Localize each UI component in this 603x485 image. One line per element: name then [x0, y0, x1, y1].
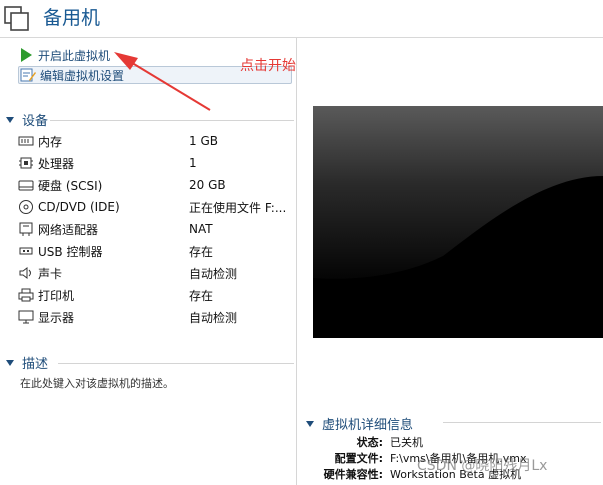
collapse-icon — [306, 420, 314, 427]
detail-key: 配置文件: — [334, 452, 383, 465]
device-row[interactable]: 声卡 自动检测 — [18, 262, 294, 284]
details-section-toggle[interactable]: 虚拟机详细信息 — [306, 414, 413, 433]
preview-gradient — [313, 106, 603, 338]
device-name: 显示器 — [38, 310, 75, 325]
collapse-icon — [6, 359, 14, 366]
device-row[interactable]: 内存 1 GB — [18, 130, 294, 152]
device-value: NAT — [189, 222, 213, 236]
memory-icon — [18, 136, 34, 146]
device-row[interactable]: USB 控制器 存在 — [18, 240, 294, 262]
collapse-icon — [6, 116, 14, 123]
right-panel: 虚拟机详细信息 状态: 已关机 配置文件: F:\vms\备用机\备用机.vmx 硬件兼… — [298, 38, 603, 485]
device-name: 声卡 — [38, 266, 63, 281]
device-name: 网络适配器 — [38, 222, 99, 237]
detail-key: 硬件兼容性: — [323, 468, 383, 481]
device-value: 自动检测 — [189, 310, 238, 325]
sound-icon — [19, 267, 31, 279]
device-row[interactable]: CD/DVD (IDE) 正在使用文件 F:... — [18, 196, 294, 218]
device-name: 硬盘 (SCSI) — [38, 178, 103, 193]
details-header: 虚拟机详细信息 — [322, 418, 414, 433]
device-value: 存在 — [189, 288, 214, 303]
devices-header: 设备 — [22, 114, 49, 129]
display-icon — [18, 310, 34, 324]
divider — [58, 363, 294, 364]
device-name: CD/DVD (IDE) — [38, 200, 120, 214]
left-panel: 开启此虚拟机 编辑虚拟机设置 设备 内存 1 GB 处理器 1 硬盘 (SCSI) 20 … — [0, 38, 297, 485]
device-row[interactable]: 网络适配器 NAT — [18, 218, 294, 240]
vm-preview-screen — [313, 106, 603, 338]
edit-vm-settings-label: 编辑虚拟机设置 — [40, 68, 125, 83]
device-name: USB 控制器 — [38, 244, 103, 259]
cpu-icon — [19, 157, 33, 169]
vm-icon — [4, 6, 29, 31]
usb-icon — [19, 247, 33, 255]
device-value: 正在使用文件 F:... — [189, 200, 287, 215]
printer-icon — [18, 288, 34, 302]
edit-settings-icon — [20, 68, 36, 82]
device-value: 1 GB — [189, 134, 218, 148]
harddisk-icon — [18, 180, 34, 191]
cd-dvd-icon — [19, 200, 33, 214]
title-bar: 备用机 — [0, 0, 603, 38]
divider — [443, 422, 601, 423]
watermark: CSDN @晓阳残月Lx — [417, 458, 548, 474]
power-on-label: 开启此虚拟机 — [38, 48, 111, 63]
device-row[interactable]: 显示器 自动检测 — [18, 306, 294, 328]
detail-key: 状态: — [356, 436, 383, 449]
detail-value: 已关机 — [390, 436, 423, 449]
device-name: 内存 — [38, 134, 63, 149]
play-icon — [21, 48, 32, 62]
device-value: 自动检测 — [189, 266, 238, 281]
device-row[interactable]: 硬盘 (SCSI) 20 GB — [18, 174, 294, 196]
devices-section-toggle[interactable]: 设备 — [6, 110, 48, 129]
description-placeholder[interactable]: 在此处键入对该虚拟机的描述。 — [20, 375, 174, 391]
device-row[interactable]: 处理器 1 — [18, 152, 294, 174]
detail-row: 状态: 已关机 — [298, 434, 603, 450]
power-on-button[interactable]: 开启此虚拟机 — [18, 46, 110, 64]
description-section-toggle[interactable]: 描述 — [6, 353, 48, 372]
vm-title: 备用机 — [43, 7, 101, 29]
annotation-label: 点击开始 — [240, 58, 296, 74]
device-value: 1 — [189, 156, 197, 170]
device-name: 处理器 — [38, 156, 75, 171]
device-name: 打印机 — [38, 288, 75, 303]
device-value: 20 GB — [189, 178, 226, 192]
device-row[interactable]: 打印机 存在 — [18, 284, 294, 306]
divider — [50, 120, 294, 121]
description-header: 描述 — [22, 357, 49, 372]
device-value: 存在 — [189, 244, 214, 259]
network-adapter-icon — [19, 222, 33, 236]
